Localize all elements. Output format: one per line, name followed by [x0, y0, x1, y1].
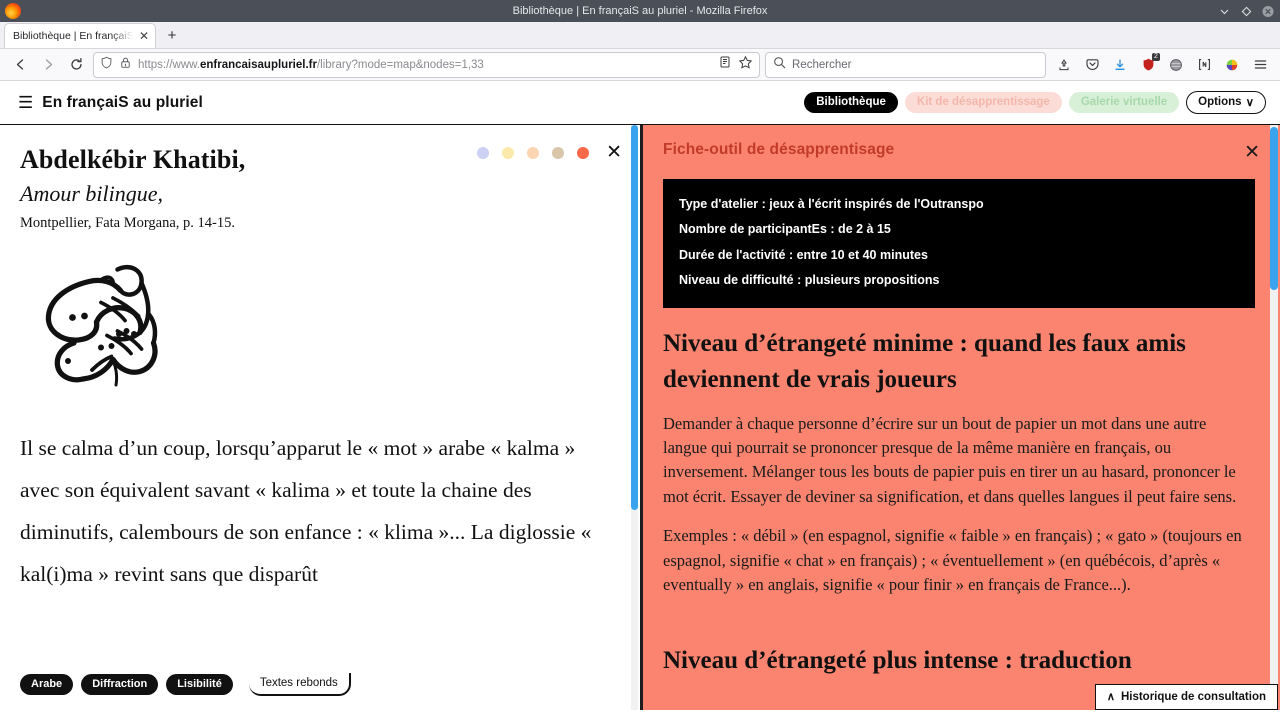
url-text: https://www.enfrancaisaupluriel.fr/libra… — [138, 58, 484, 71]
nav-bibliotheque[interactable]: Bibliothèque — [804, 92, 898, 113]
color-dot-1[interactable] — [477, 146, 490, 159]
pocket-save-icon[interactable] — [1051, 52, 1077, 78]
privacy-extension-icon[interactable] — [1163, 52, 1189, 78]
info-nombre-participants: Nombre de participantEs : de 2 à 15 — [679, 222, 891, 237]
color-dot-5[interactable] — [577, 146, 590, 159]
color-dots-row: ✕ — [477, 143, 622, 162]
left-panel-scrollbar[interactable] — [631, 125, 638, 710]
app-menu-icon[interactable] — [1247, 52, 1273, 78]
bookmark-star-icon[interactable] — [738, 55, 753, 75]
library-document-panel: ✕ Abdelkébir Khatibi, Amour bilingue, Mo… — [0, 125, 640, 710]
fiche-outil-panel: Fiche-outil de désapprentisage Type d'at… — [643, 125, 1280, 710]
left-panel-scrollbar-thumb[interactable] — [631, 125, 638, 510]
nav-galerie-virtuelle[interactable]: Galerie virtuelle — [1068, 92, 1180, 113]
search-input[interactable]: Rechercher — [792, 59, 851, 71]
browser-navbar: https://www.enfrancaisaupluriel.fr/libra… — [0, 49, 1280, 81]
info-duree-activite: Durée de l'activité : entre 10 et 40 min… — [679, 247, 928, 262]
options-label: Options — [1198, 96, 1242, 108]
document-content: Abdelkébir Khatibi, Amour bilingue, Mont… — [0, 125, 640, 596]
right-panel-scrollbar[interactable] — [1270, 125, 1278, 710]
downloads-icon[interactable] — [1107, 52, 1133, 78]
tab-strip: Bibliothèque | En françaiS au pluriel ✕ … — [0, 22, 1280, 49]
search-icon — [773, 56, 786, 74]
chevron-down-icon: ∨ — [1245, 97, 1254, 109]
arabic-calligraphy-image — [20, 250, 188, 406]
historique-label: Historique de consultation — [1120, 690, 1266, 703]
tab-close-icon[interactable]: ✕ — [137, 30, 151, 42]
browser-tab[interactable]: Bibliothèque | En françaiS au pluriel ✕ — [4, 23, 156, 48]
site-brand[interactable]: En françaiS au pluriel — [42, 94, 203, 112]
lock-icon[interactable] — [119, 56, 132, 74]
section-1-paragraph-2: Exemples : « débil » (en espagnol, signi… — [663, 526, 1242, 594]
search-bar[interactable]: Rechercher — [765, 51, 1046, 78]
document-title: Amour bilingue, — [20, 181, 163, 206]
nav-kit-desapprentissage[interactable]: Kit de désapprentissage — [904, 92, 1062, 113]
site-nav: Bibliothèque Kit de désapprentissage Gal… — [804, 91, 1266, 114]
pocket-icon[interactable] — [1079, 52, 1105, 78]
reload-button[interactable] — [63, 52, 90, 78]
color-dot-2[interactable] — [502, 146, 515, 159]
bracket-extension-icon[interactable] — [1191, 52, 1217, 78]
reader-mode-icon[interactable] — [718, 55, 732, 74]
section-1-heading: Niveau d’étrangeté minime : quand les fa… — [663, 330, 1186, 394]
new-tab-button[interactable]: + — [159, 23, 185, 48]
color-dot-4[interactable] — [552, 146, 565, 159]
tab-title: Bibliothèque | En françaiS au pluriel — [13, 30, 133, 42]
url-bar[interactable]: https://www.enfrancaisaupluriel.fr/libra… — [93, 51, 760, 78]
extension-badge-count: 2 — [1152, 52, 1160, 61]
shield-icon[interactable] — [100, 56, 113, 74]
right-panel-scrollbar-thumb[interactable] — [1270, 127, 1278, 290]
browser-titlebar: Bibliothèque | En françaiS au pluriel - … — [0, 0, 1280, 22]
maximize-icon[interactable] — [1240, 5, 1252, 17]
window-title: Bibliothèque | En françaiS au pluriel - … — [512, 5, 768, 17]
section-1-paragraph-1: Demander à chaque personne d’écrire sur … — [663, 413, 1237, 506]
ublock-extension-icon[interactable]: 2 — [1135, 52, 1161, 78]
fiche-title: Fiche-outil de désapprentisage — [663, 141, 895, 158]
menu-icon[interactable]: ☰ — [18, 94, 33, 111]
document-body-text: Il se calma d’un coup, lorsqu’apparut le… — [20, 436, 592, 586]
info-type-atelier: Type d'atelier : jeux à l'écrit inspirés… — [679, 197, 984, 211]
back-button[interactable] — [7, 52, 34, 78]
tag-textes-rebonds[interactable]: Textes rebonds — [248, 673, 351, 696]
tag-diffraction[interactable]: Diffraction — [81, 674, 159, 695]
tag-lisibilite[interactable]: Lisibilité — [166, 674, 233, 695]
tag-arabe[interactable]: Arabe — [20, 674, 74, 695]
chevron-up-icon: ∧ — [1106, 691, 1115, 703]
fiche-content: Fiche-outil de désapprentisage Type d'at… — [643, 125, 1263, 675]
color-dot-3[interactable] — [527, 146, 540, 159]
info-niveau-difficulte: Niveau de difficulté : plusieurs proposi… — [679, 272, 940, 287]
document-reference: Montpellier, Fata Morgana, p. 14-15. — [20, 215, 236, 231]
color-extension-icon[interactable] — [1219, 52, 1245, 78]
close-icon[interactable] — [1262, 5, 1274, 17]
close-document-icon[interactable]: ✕ — [606, 143, 622, 162]
minimize-icon[interactable] — [1218, 5, 1230, 17]
options-button[interactable]: Options ∨ — [1186, 91, 1266, 114]
toolbar-extensions: 2 — [1051, 52, 1273, 78]
close-fiche-icon[interactable]: ✕ — [1244, 143, 1260, 162]
document-tags: Arabe Diffraction Lisibilité Textes rebo… — [20, 673, 351, 696]
historique-de-consultation-button[interactable]: ∧ Historique de consultation — [1094, 684, 1278, 710]
section-2-heading: Niveau d’étrangeté plus intense : traduc… — [663, 647, 1132, 675]
forward-button[interactable] — [35, 52, 62, 78]
site-header: ☰ En françaiS au pluriel Bibliothèque Ki… — [0, 81, 1280, 125]
window-controls[interactable] — [1218, 0, 1274, 22]
fiche-info-box: Type d'atelier : jeux à l'écrit inspirés… — [663, 179, 1255, 308]
workspace: ✕ Abdelkébir Khatibi, Amour bilingue, Mo… — [0, 125, 1280, 710]
